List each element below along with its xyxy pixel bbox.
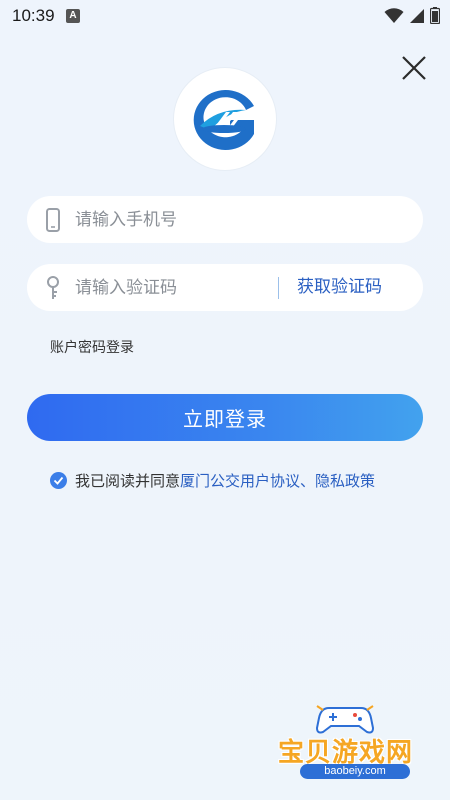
xiamen-bus-logo xyxy=(193,90,254,150)
notification-a-icon: A xyxy=(66,9,80,23)
agreement-checkbox[interactable] xyxy=(50,471,67,489)
agreement-prefix: 我已阅读并同意 xyxy=(75,471,181,490)
status-time: 10:39 xyxy=(12,6,55,25)
battery-icon xyxy=(430,7,440,24)
signal-icon xyxy=(410,8,424,23)
watermark-url: baobeiy.com xyxy=(300,764,410,779)
agreement-row: 我已阅读并同意 厦门公交用户协议 、 隐私政策 xyxy=(50,470,375,490)
password-login-link[interactable]: 账户密码登录 xyxy=(50,337,134,357)
key-icon xyxy=(47,276,59,299)
close-icon xyxy=(402,56,426,80)
wifi-icon xyxy=(384,7,404,23)
status-icons xyxy=(384,7,440,24)
watermark: 宝贝游戏网 baobeiy.com xyxy=(270,700,440,790)
check-icon xyxy=(53,476,64,485)
user-agreement-link[interactable]: 厦门公交用户协议 xyxy=(180,470,300,491)
verification-code-field: 获取验证码 xyxy=(27,264,423,311)
verification-code-input[interactable] xyxy=(75,264,275,311)
privacy-policy-link[interactable]: 隐私政策 xyxy=(315,470,375,491)
gamepad-icon xyxy=(315,705,375,734)
field-divider xyxy=(278,277,279,299)
phone-input[interactable] xyxy=(75,196,405,243)
get-code-button[interactable]: 获取验证码 xyxy=(297,264,382,311)
phone-field xyxy=(27,196,423,243)
status-bar: 10:39 A xyxy=(0,0,450,32)
close-button[interactable] xyxy=(398,52,430,84)
app-logo xyxy=(174,68,276,170)
login-button[interactable]: 立即登录 xyxy=(27,394,423,441)
agreement-separator: 、 xyxy=(300,471,316,490)
phone-icon xyxy=(46,208,60,232)
